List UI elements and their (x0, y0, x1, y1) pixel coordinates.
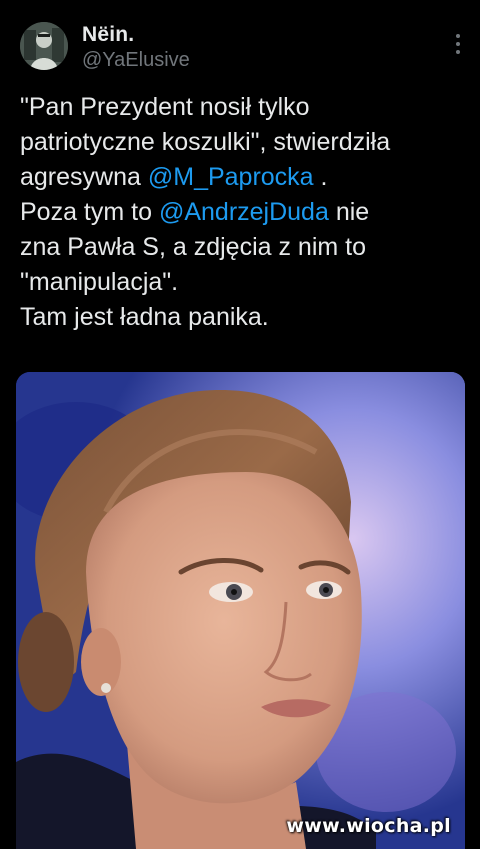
text-segment: agresywna (20, 163, 148, 191)
tweet-text-line: agresywna @M_Paprocka . (20, 160, 470, 195)
tweet-text-line: Poza tym to @AndrzejDuda nie (20, 195, 470, 230)
tweet-text-line: "Pan Prezydent nosił tylko (20, 90, 470, 125)
watermark: www.wiocha.pl (286, 815, 451, 837)
text-segment: "manipulacja". (20, 268, 179, 296)
author-handle[interactable]: @YaElusive (82, 49, 190, 72)
tweet-media-image[interactable]: www.wiocha.pl (16, 372, 465, 849)
mention-link[interactable]: @AndrzejDuda (159, 198, 329, 226)
text-segment: . (313, 163, 328, 191)
more-vertical-icon[interactable] (454, 34, 462, 58)
portrait-photo (16, 372, 465, 849)
tweet-text-line: Tam jest ładna panika. (20, 300, 470, 335)
text-segment: Tam jest ładna panika. (20, 303, 269, 331)
tweet-text-line: zna Pawła S, a zdjęcia z nim to (20, 230, 470, 265)
text-segment: "Pan Prezydent nosił tylko (20, 93, 310, 121)
text-segment: Poza tym to (20, 198, 159, 226)
text-segment: nie (328, 198, 370, 226)
tweet-header: Nëin. @YaElusive (20, 22, 470, 78)
tweet-text-line: "manipulacja". (20, 265, 470, 300)
tweet-text: "Pan Prezydent nosił tylko patriotyczne k… (20, 90, 470, 335)
text-segment: zna Pawła S, a zdjęcia z nim to (20, 233, 366, 261)
author-name[interactable]: Nëin. (82, 23, 134, 47)
mention-link[interactable]: @M_Paprocka (148, 163, 314, 191)
avatar[interactable] (20, 22, 68, 70)
text-segment: patriotyczne koszulki", stwierdziła (20, 128, 391, 156)
tweet-text-line: patriotyczne koszulki", stwierdziła (20, 125, 470, 160)
